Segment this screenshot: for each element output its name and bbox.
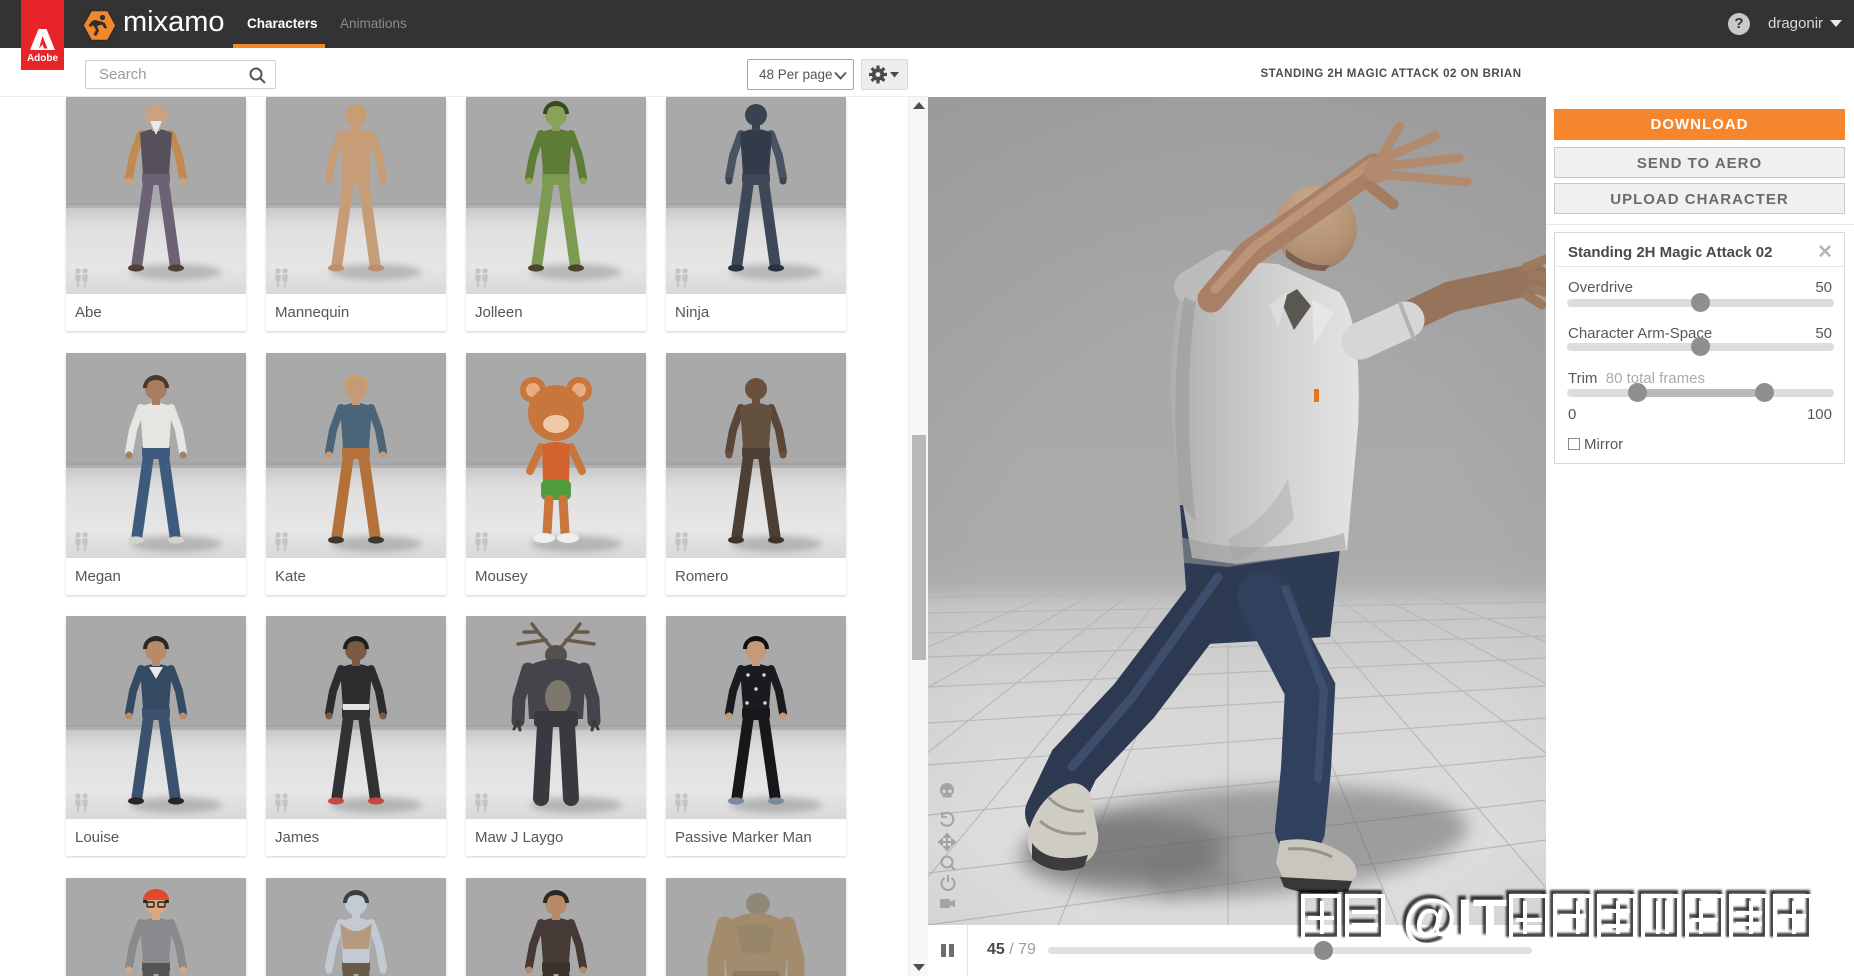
svg-text:Adobe: Adobe (27, 53, 59, 64)
